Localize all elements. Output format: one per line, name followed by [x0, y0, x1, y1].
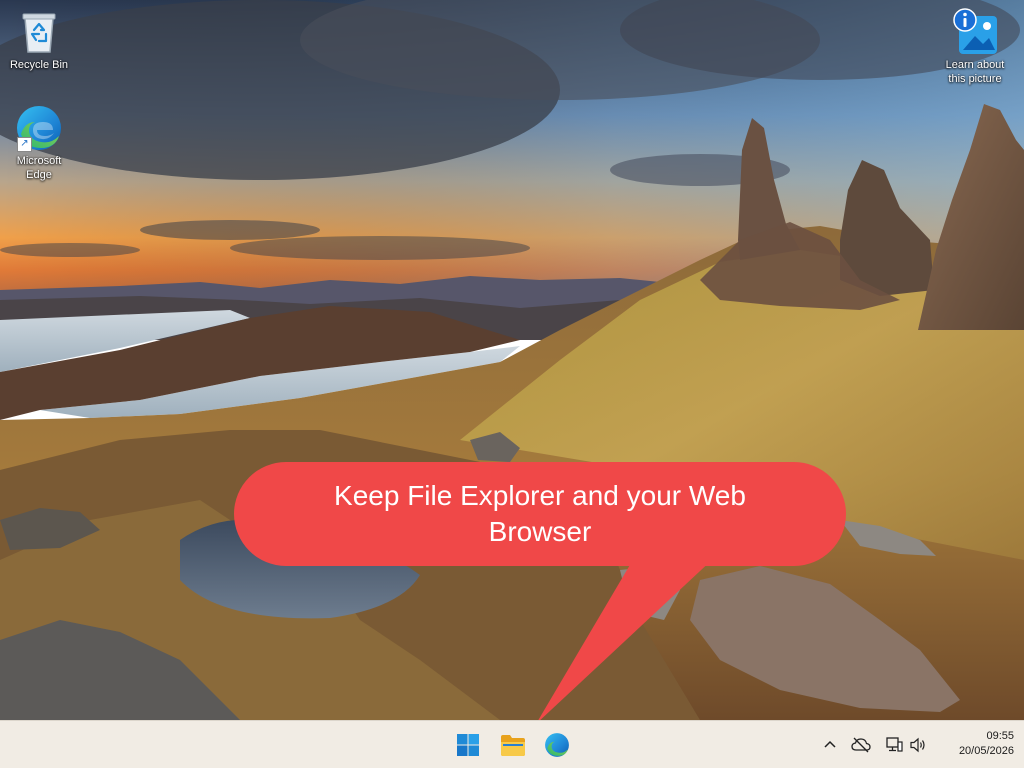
volume-icon — [910, 737, 925, 753]
callout-text: Keep File Explorer and your Web Browser — [334, 480, 746, 547]
learn-about-picture-icon — [951, 8, 999, 56]
tutorial-callout: Keep File Explorer and your Web Browser — [234, 462, 846, 724]
desktop-icon-label: Learn about this picture — [945, 59, 1005, 85]
shortcut-arrow-icon: ↗ — [17, 137, 32, 152]
clock-time: 09:55 — [986, 730, 1014, 742]
desktop-icon-label: Microsoft Edge — [16, 155, 62, 181]
network-tray-button[interactable] — [884, 735, 904, 755]
desktop-icon-learn-about-picture[interactable]: Learn about this picture — [939, 8, 1011, 86]
windows-logo-icon — [457, 734, 479, 756]
desktop-icon-recycle-bin[interactable]: Recycle Bin — [3, 8, 75, 72]
wallpaper-landscape — [0, 0, 1024, 720]
edge-icon — [545, 733, 569, 757]
network-icon — [886, 737, 903, 752]
show-hidden-icons-button[interactable] — [820, 735, 840, 755]
edge-taskbar-button[interactable] — [541, 729, 573, 761]
callout-bubble: Keep File Explorer and your Web Browser — [234, 462, 846, 566]
start-button[interactable] — [452, 729, 484, 761]
edge-icon: ↗ — [15, 104, 63, 152]
taskbar: 09:55 20/05/2026 — [0, 720, 1024, 768]
onedrive-tray-button[interactable] — [851, 735, 871, 755]
clock-date: 20/05/2026 — [958, 745, 1014, 757]
desktop-icon-microsoft-edge[interactable]: ↗ Microsoft Edge — [3, 104, 75, 182]
recycle-bin-icon — [15, 8, 63, 56]
folder-icon — [501, 735, 525, 756]
cloud-offline-icon — [851, 737, 871, 753]
desktop-wallpaper — [0, 0, 1024, 720]
taskbar-clock[interactable]: 09:55 20/05/2026 — [936, 729, 1014, 759]
volume-tray-button[interactable] — [908, 735, 928, 755]
file-explorer-taskbar-button[interactable] — [497, 729, 529, 761]
desktop-icon-label: Recycle Bin — [9, 59, 69, 71]
chevron-up-icon — [824, 740, 836, 748]
